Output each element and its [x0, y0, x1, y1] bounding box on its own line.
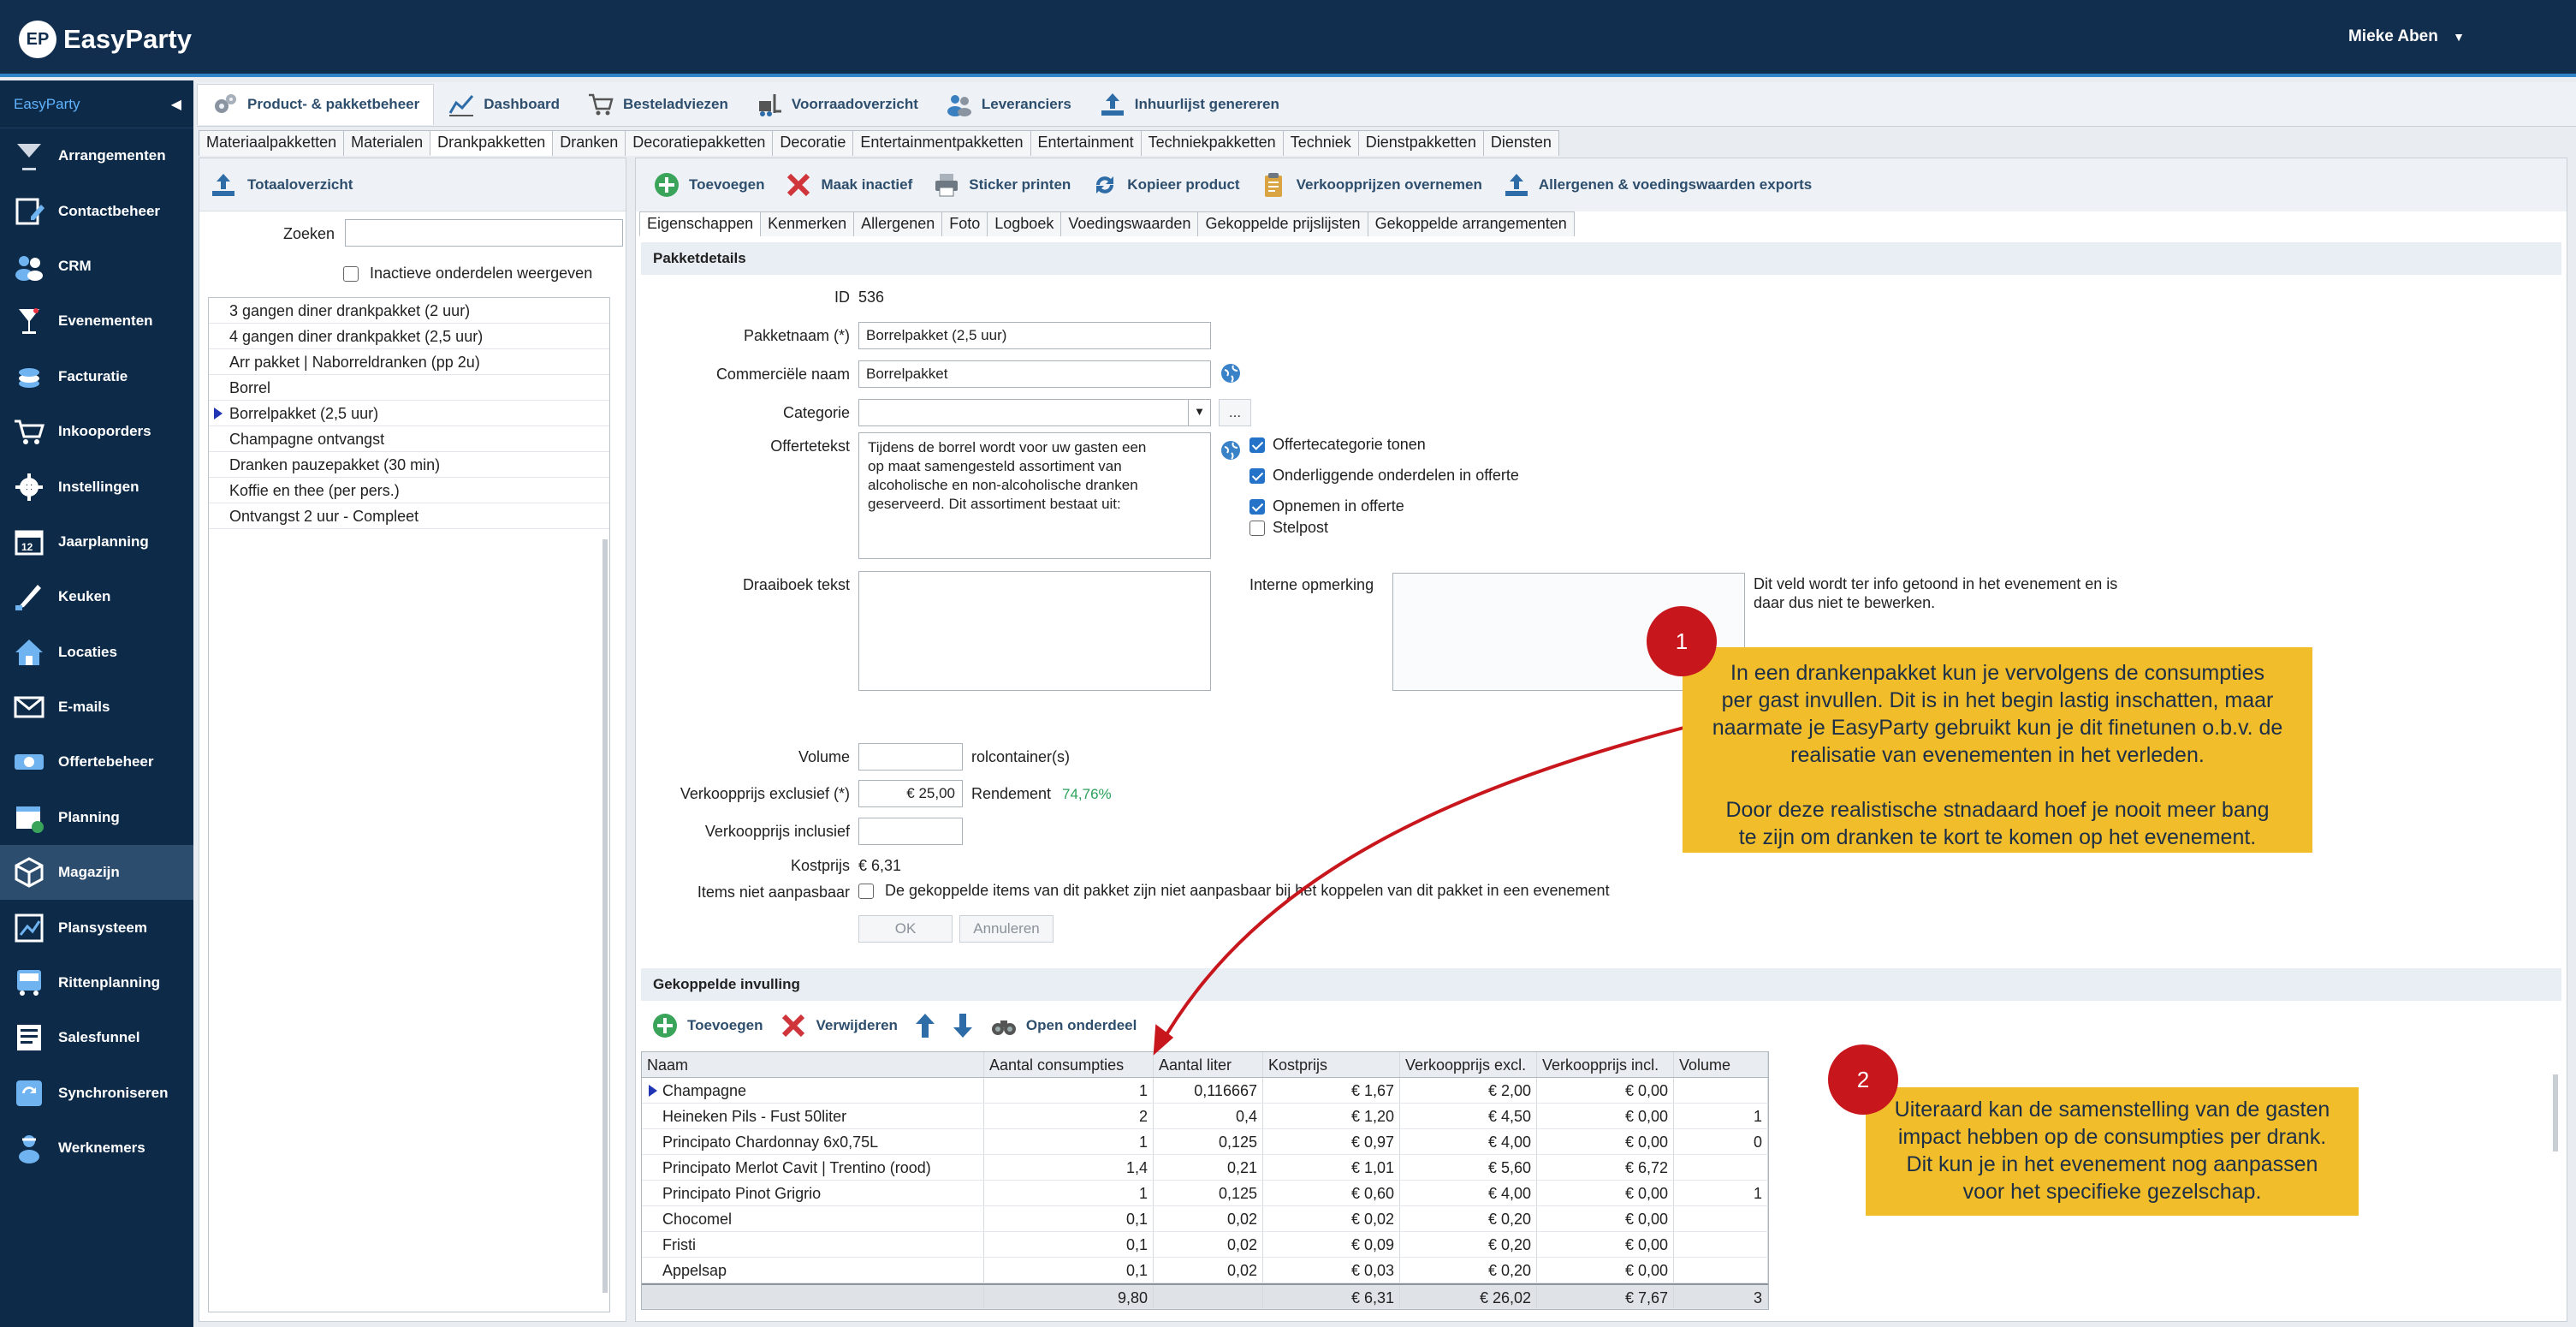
callout-note-1: In een drankenpakket kun je vervolgens d…: [1683, 647, 2312, 853]
callout-note-2: Uiteraard kan de samenstelling van de ga…: [1866, 1087, 2359, 1216]
callout-badge-2: 2: [1828, 1044, 1898, 1115]
callout-badge-1: 1: [1647, 606, 1717, 676]
